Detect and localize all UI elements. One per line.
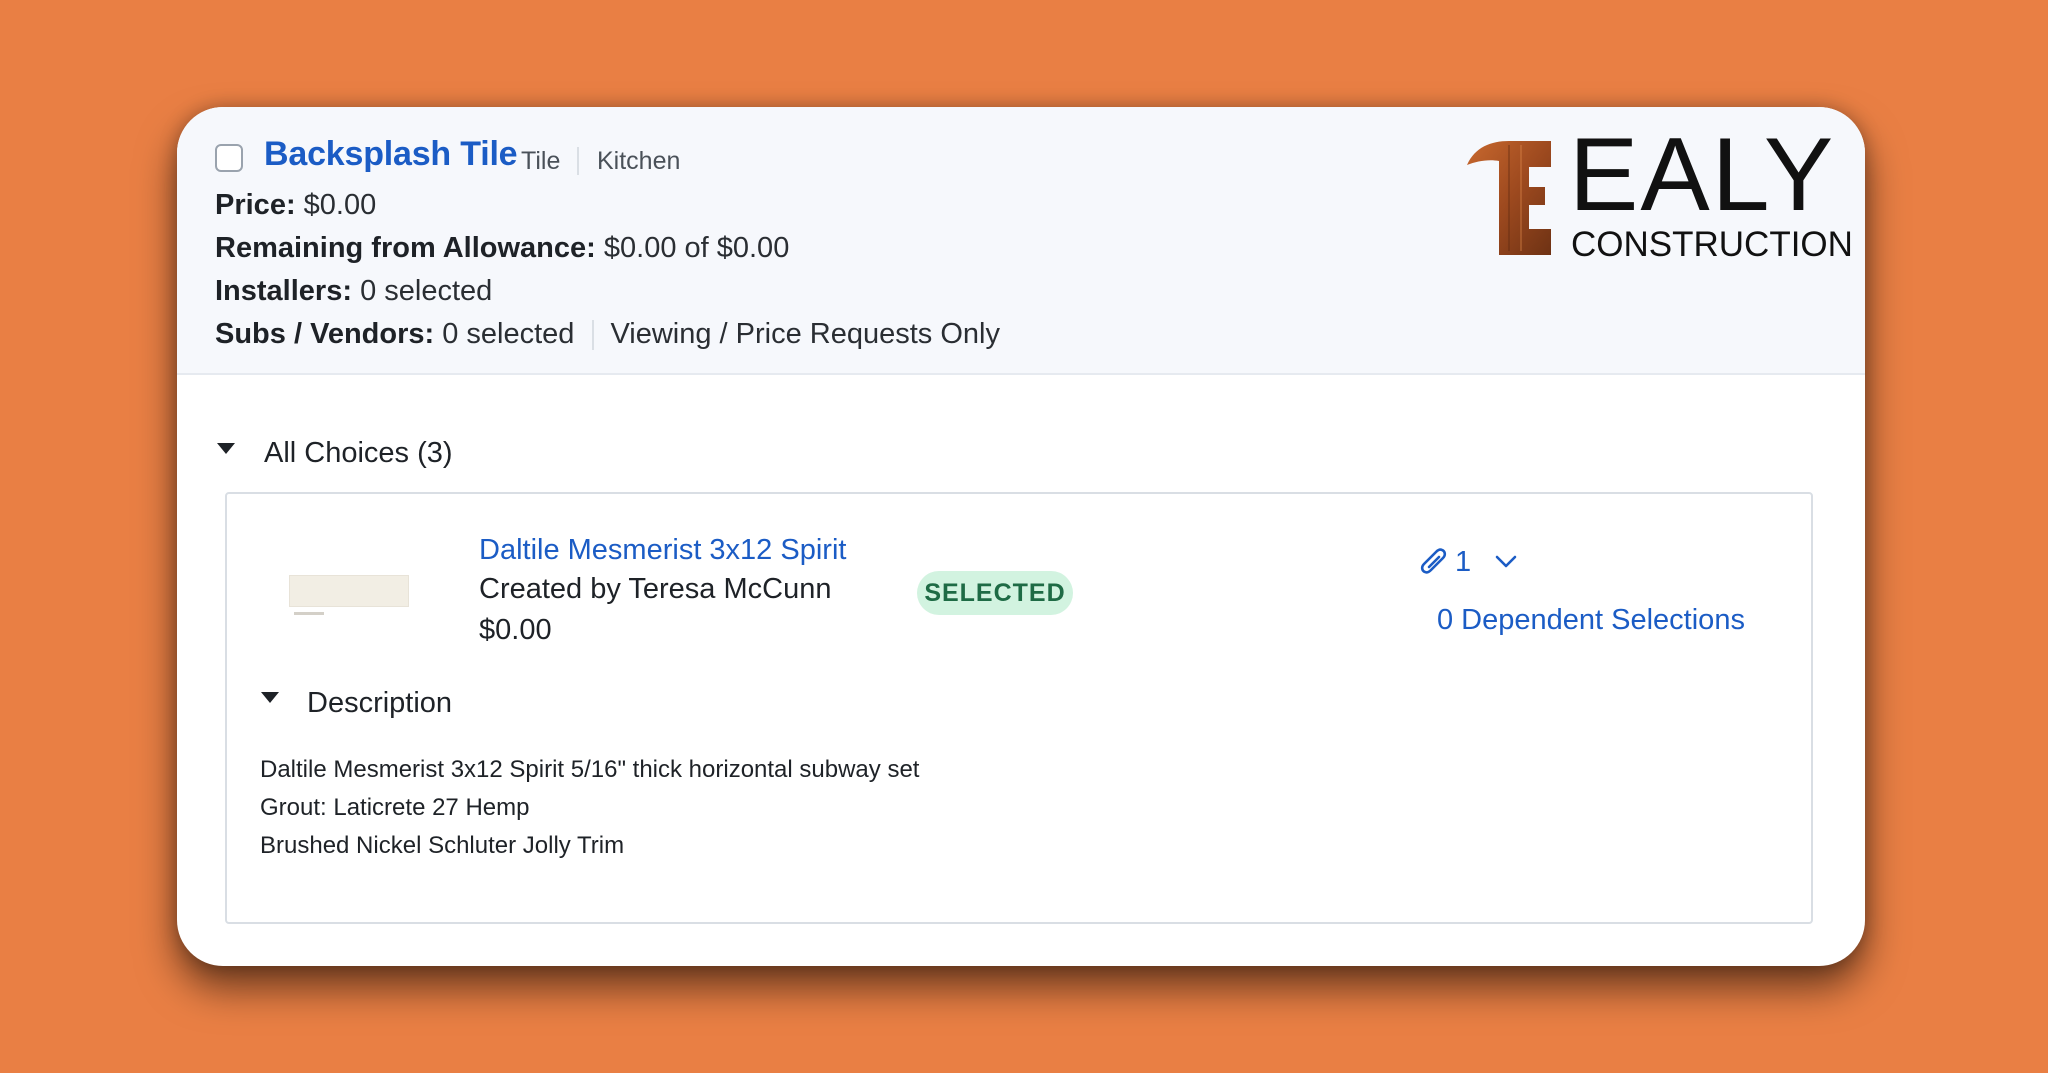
attachment-count: 1 <box>1455 545 1472 578</box>
status-badge: SELECTED <box>917 571 1073 615</box>
dependent-selections-link[interactable]: 0 Dependent Selections <box>1437 604 1745 637</box>
description-heading[interactable]: Description <box>307 687 452 720</box>
allowance-row: Remaining from Allowance: $0.00 of $0.00 <box>215 232 789 265</box>
all-choices-toggle-icon[interactable] <box>217 443 235 454</box>
selection-card: Backsplash Tile Tile Kitchen Price: $0.0… <box>177 107 1865 966</box>
attachments-control[interactable]: 1 <box>1415 542 1517 582</box>
paperclip-icon <box>1420 548 1447 574</box>
chevron-down-icon[interactable] <box>1495 555 1517 569</box>
subs-row: Subs / Vendors: 0 selected Viewing / Pric… <box>215 318 1000 351</box>
description-line: Daltile Mesmerist 3x12 Spirit 5/16" thic… <box>260 756 920 783</box>
location-tag: Kitchen <box>597 147 681 175</box>
description-line: Grout: Laticrete 27 Hemp <box>260 794 530 821</box>
choice-thumbnail[interactable] <box>289 575 409 607</box>
description-toggle-icon[interactable] <box>261 692 279 703</box>
subs-label: Subs / Vendors: <box>215 318 435 350</box>
allowance-value: $0.00 of $0.00 <box>603 232 790 264</box>
installers-row: Installers: 0 selected <box>215 275 492 308</box>
select-checkbox[interactable] <box>215 144 243 172</box>
installers-label: Installers: <box>215 275 352 307</box>
all-choices-heading[interactable]: All Choices (3) <box>264 437 453 470</box>
price-label: Price: <box>215 189 296 221</box>
subs-divider <box>592 320 595 351</box>
choice-name-link[interactable]: Daltile Mesmerist 3x12 Spirit <box>479 534 846 567</box>
selection-header: Backsplash Tile Tile Kitchen Price: $0.0… <box>177 107 1865 375</box>
logo-tagline: CONSTRUCTION <box>1571 225 1853 264</box>
installers-value: 0 selected <box>360 275 493 307</box>
choice-created-by: Created by Teresa McCunn <box>479 573 832 605</box>
choice-price: $0.00 <box>479 614 552 646</box>
allowance-label: Remaining from Allowance: <box>215 232 596 264</box>
thumbnail-caption <box>294 612 324 615</box>
description-line: Brushed Nickel Schluter Jolly Trim <box>260 832 625 859</box>
choice-item: Daltile Mesmerist 3x12 Spirit Created by… <box>225 492 1813 924</box>
subs-value: 0 selected <box>442 318 575 350</box>
category-tag: Tile <box>521 147 561 175</box>
price-row: Price: $0.00 <box>215 189 376 222</box>
selection-title[interactable]: Backsplash Tile <box>264 135 518 174</box>
tag-divider <box>577 147 579 175</box>
company-logo: EALY CONSTRUCTION <box>1465 123 1853 267</box>
logo-name: EALY <box>1569 117 1836 233</box>
viewing-status: Viewing / Price Requests Only <box>610 318 1000 350</box>
price-value: $0.00 <box>303 189 377 221</box>
logo-e-mark <box>1467 141 1551 255</box>
